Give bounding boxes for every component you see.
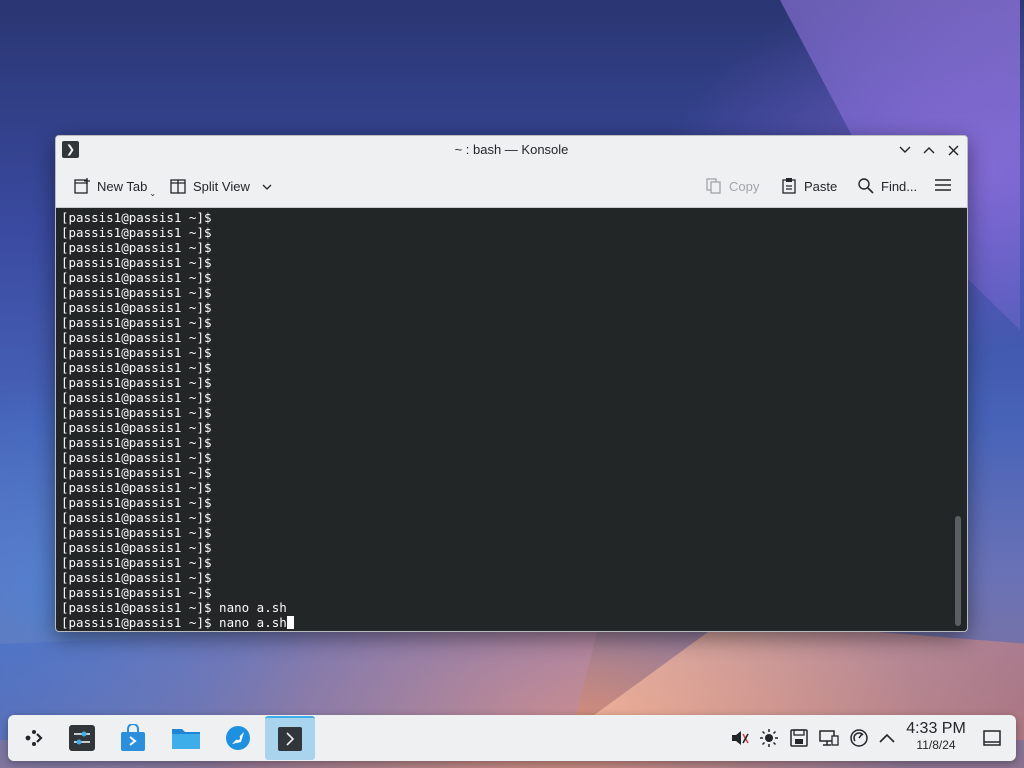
show-desktop-icon[interactable] xyxy=(982,728,1002,748)
terminal-line: [passis1@passis1 ~]$ xyxy=(61,405,212,420)
task-system-settings[interactable] xyxy=(58,716,106,760)
chevron-down-icon xyxy=(899,146,911,153)
konsole-terminal-icon xyxy=(278,727,302,751)
terminal-line: [passis1@passis1 ~]$ xyxy=(61,285,212,300)
terminal-line: [passis1@passis1 ~]$ xyxy=(61,390,212,405)
terminal-line: [passis1@passis1 ~]$ nano a.sh xyxy=(61,600,287,615)
storage-device-icon[interactable] xyxy=(789,728,809,748)
copy-button[interactable]: Copy xyxy=(705,173,759,199)
new-tab-icon xyxy=(73,177,91,195)
terminal-line: [passis1@passis1 ~]$ xyxy=(61,570,212,585)
brightness-icon[interactable] xyxy=(759,728,779,748)
maximize-button[interactable] xyxy=(920,141,938,159)
terminal-view[interactable]: [passis1@passis1 ~]$ [passis1@passis1 ~]$… xyxy=(56,208,967,631)
title-bar[interactable]: ❯ ~ : bash — Konsole xyxy=(56,136,967,164)
chevron-up-icon xyxy=(923,147,935,154)
clock-date: 11/8/24 xyxy=(916,738,956,752)
text-cursor xyxy=(286,616,294,629)
task-discover[interactable] xyxy=(109,716,157,760)
system-settings-icon xyxy=(69,725,95,751)
terminal-line: [passis1@passis1 ~]$ xyxy=(61,420,212,435)
terminal-line: [passis1@passis1 ~]$ xyxy=(61,300,212,315)
find-button[interactable]: Find... xyxy=(857,173,917,199)
application-launcher-icon xyxy=(25,730,43,746)
task-konsole[interactable] xyxy=(265,716,315,760)
terminal-line: [passis1@passis1 ~]$ xyxy=(61,330,212,345)
main-menu-button[interactable] xyxy=(934,173,952,199)
paste-label: Paste xyxy=(804,178,838,194)
terminal-line: [passis1@passis1 ~]$ xyxy=(61,510,212,525)
minimize-button[interactable] xyxy=(896,141,914,159)
find-label: Find... xyxy=(881,178,918,194)
update-notifier-icon[interactable] xyxy=(849,728,869,748)
scrollbar[interactable] xyxy=(955,516,961,626)
terminal-line: [passis1@passis1 ~]$ xyxy=(61,480,212,495)
network-icon[interactable] xyxy=(819,728,839,748)
terminal-line: [passis1@passis1 ~]$ xyxy=(61,360,212,375)
clock-time: 4:33 PM xyxy=(906,720,966,737)
terminal-line: [passis1@passis1 ~]$ xyxy=(61,540,212,555)
paste-button[interactable]: Paste xyxy=(780,173,837,199)
split-view-label: Split View xyxy=(193,178,250,194)
new-tab-button[interactable]: New Tab ⌄ xyxy=(73,173,156,199)
terminal-line: [passis1@passis1 ~]$ xyxy=(61,375,212,390)
terminal-line: [passis1@passis1 ~]$ xyxy=(61,210,212,225)
terminal-line: [passis1@passis1 ~]$ xyxy=(61,435,212,450)
split-view-icon xyxy=(169,177,187,195)
terminal-line: [passis1@passis1 ~]$ xyxy=(61,240,212,255)
window-title: ~ : bash — Konsole xyxy=(454,142,569,157)
terminal-line: [passis1@passis1 ~]$ xyxy=(61,450,212,465)
toolbar: New Tab ⌄ Split View Copy Paste Find... xyxy=(56,164,967,208)
task-dolphin[interactable] xyxy=(162,716,210,760)
application-launcher-button[interactable] xyxy=(10,716,58,760)
taskbar: 4:33 PM 11/8/24 xyxy=(8,715,1016,761)
dolphin-file-manager-icon xyxy=(172,729,200,749)
terminal-line: [passis1@passis1 ~]$ xyxy=(61,315,212,330)
new-tab-label: New Tab xyxy=(97,178,148,194)
terminal-line: [passis1@passis1 ~]$ xyxy=(61,225,212,240)
terminal-line: [passis1@passis1 ~]$ xyxy=(61,585,212,600)
chevron-down-icon xyxy=(262,179,272,194)
copy-icon xyxy=(705,177,723,195)
terminal-line: [passis1@passis1 ~]$ nano a.sh xyxy=(61,615,967,630)
konsole-window: ❯ ~ : bash — Konsole New Tab ⌄ Split Vie… xyxy=(55,135,968,632)
terminal-line: [passis1@passis1 ~]$ xyxy=(61,555,212,570)
search-icon xyxy=(857,177,875,195)
task-web-browser[interactable] xyxy=(214,716,262,760)
chevron-down-icon: ⌄ xyxy=(149,188,157,198)
web-browser-icon xyxy=(226,726,250,750)
close-icon xyxy=(948,145,958,155)
terminal-line: [passis1@passis1 ~]$ xyxy=(61,465,212,480)
volume-muted-icon[interactable] xyxy=(729,728,749,748)
terminal-line: [passis1@passis1 ~]$ xyxy=(61,525,212,540)
terminal-line: [passis1@passis1 ~]$ xyxy=(61,255,212,270)
digital-clock[interactable]: 4:33 PM 11/8/24 xyxy=(901,720,971,752)
close-button[interactable] xyxy=(944,141,962,159)
terminal-line: [passis1@passis1 ~]$ xyxy=(61,495,212,510)
discover-store-icon xyxy=(121,724,145,751)
paste-icon xyxy=(780,177,798,195)
copy-label: Copy xyxy=(729,178,760,194)
hamburger-menu-icon xyxy=(934,178,952,195)
split-view-button[interactable]: Split View xyxy=(169,173,272,199)
terminal-line: [passis1@passis1 ~]$ xyxy=(61,270,212,285)
terminal-line: [passis1@passis1 ~]$ xyxy=(61,345,212,360)
show-hidden-icons-chevron-icon[interactable] xyxy=(877,728,897,748)
